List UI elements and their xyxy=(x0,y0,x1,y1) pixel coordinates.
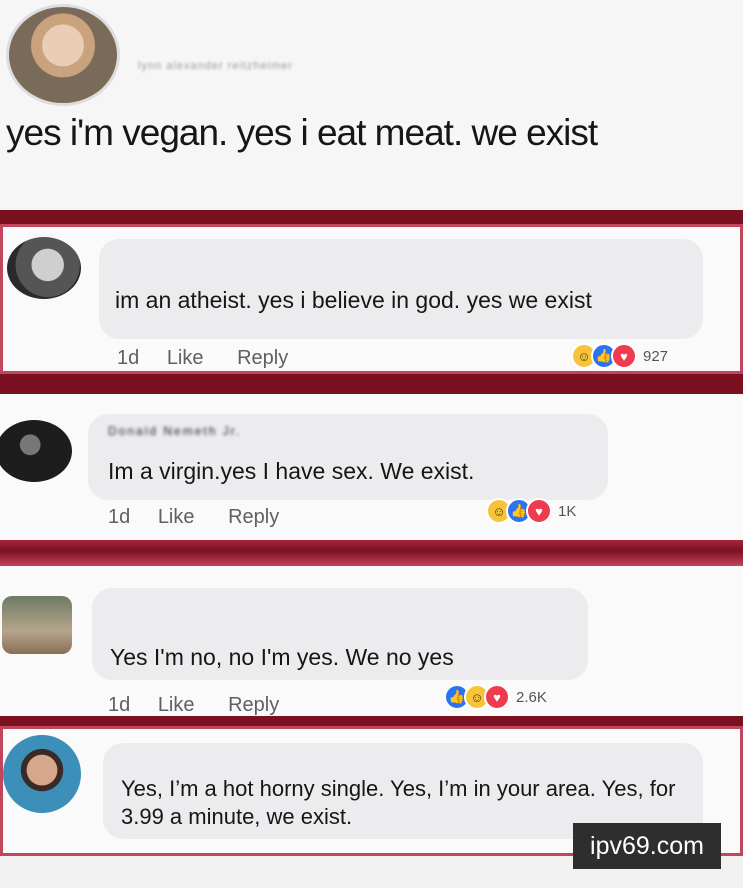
comment-actions: 1d Like Reply xyxy=(108,694,307,717)
comment-avatar[interactable] xyxy=(7,237,81,299)
separator xyxy=(0,374,743,394)
love-icon: ♥ xyxy=(611,343,637,369)
comment-time: 1d xyxy=(117,347,140,369)
comment-avatar[interactable] xyxy=(0,420,72,482)
comment-text: Yes I'm no, no I'm yes. We no yes xyxy=(110,644,454,670)
post-author-avatar[interactable] xyxy=(6,4,120,106)
reactions[interactable]: ☺ 👍 ♥ 927 xyxy=(571,343,668,369)
comment-avatar[interactable] xyxy=(3,735,81,813)
comment-time: 1d xyxy=(108,506,131,528)
watermark: ipv69.com xyxy=(573,823,721,869)
comment-text: Im a virgin.yes I have sex. We exist. xyxy=(108,458,475,484)
like-button[interactable]: Like xyxy=(167,347,204,369)
comment-panel: im an atheist. yes i believe in god. yes… xyxy=(0,224,743,374)
comment-bubble: Donald Nemeth Jr. Im a virgin.yes I have… xyxy=(88,414,608,500)
post-text: yes i'm vegan. yes i eat meat. we exist xyxy=(6,112,598,153)
reply-button[interactable]: Reply xyxy=(228,506,279,528)
separator xyxy=(0,716,743,726)
comment-panel: Donald Nemeth Jr. Im a virgin.yes I have… xyxy=(0,394,743,540)
separator xyxy=(0,540,743,566)
comment-author[interactable]: Donald Nemeth Jr. xyxy=(108,424,241,438)
reactions[interactable]: ☺ 👍 ♥ 1K xyxy=(486,498,576,524)
comment-text: im an atheist. yes i believe in god. yes… xyxy=(115,287,592,313)
post-author-name[interactable]: lynn alexander reitzheimer xyxy=(138,60,293,72)
comment-actions: 1d Like Reply xyxy=(117,347,316,370)
like-button[interactable]: Like xyxy=(158,694,195,716)
love-icon: ♥ xyxy=(484,684,510,710)
comment-time: 1d xyxy=(108,694,131,716)
post: lynn alexander reitzheimer yes i'm vegan… xyxy=(0,0,743,210)
comment-bubble: im an atheist. yes i believe in god. yes… xyxy=(99,239,703,339)
comment-actions: 1d Like Reply xyxy=(108,506,307,529)
comment-panel: Yes I'm no, no I'm yes. We no yes 1d Lik… xyxy=(0,566,743,718)
reaction-count: 2.6K xyxy=(516,688,547,706)
love-icon: ♥ xyxy=(526,498,552,524)
comment-bubble: Yes I'm no, no I'm yes. We no yes xyxy=(92,588,588,680)
reply-button[interactable]: Reply xyxy=(237,347,288,369)
like-button[interactable]: Like xyxy=(158,506,195,528)
reply-button[interactable]: Reply xyxy=(228,694,279,716)
comment-avatar[interactable] xyxy=(2,596,72,654)
reaction-count: 927 xyxy=(643,347,669,365)
reactions[interactable]: 👍 ☺ ♥ 2.6K xyxy=(444,684,547,710)
reaction-count: 1K xyxy=(558,502,577,520)
separator xyxy=(0,210,743,224)
